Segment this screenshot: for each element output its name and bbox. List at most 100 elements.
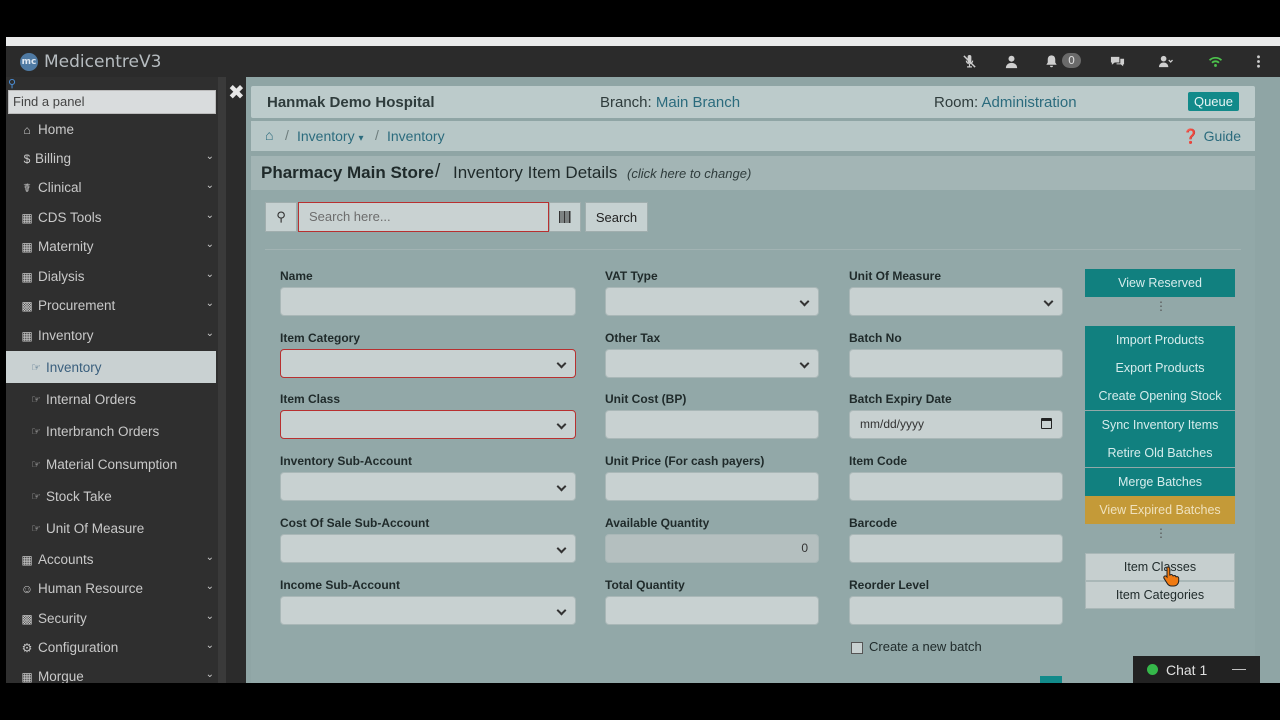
panel-search-input[interactable]: Find a panel	[8, 90, 216, 114]
sidebar-subitem-unit-of-measure[interactable]: ☞ Unit Of Measure	[6, 512, 226, 544]
close-sidebar-icon[interactable]: ✖	[228, 80, 245, 104]
search-button[interactable]: Search	[585, 202, 648, 232]
mouse-pointer-icon	[1163, 566, 1180, 587]
batch-expiry-date-field[interactable]: mm/dd/yyyy	[849, 410, 1063, 439]
stethoscope-icon: ☤	[22, 180, 32, 195]
item-classes-button[interactable]: Item Classes	[1085, 553, 1235, 581]
unit-cost-field[interactable]	[605, 410, 819, 439]
sidebar-item-accounts[interactable]: ▦ Accounts ⌄	[6, 545, 226, 574]
sidebar-scrollbar[interactable]	[218, 77, 226, 683]
ellipsis-icon: ⋮	[1155, 299, 1167, 313]
batch-no-field[interactable]	[849, 349, 1063, 378]
breadcrumb-inventory[interactable]: Inventory	[387, 128, 445, 144]
book-icon: ▦	[21, 552, 33, 567]
merge-batches-button[interactable]: Merge Batches	[1085, 468, 1235, 496]
view-expired-batches-button[interactable]: View Expired Batches	[1085, 496, 1235, 524]
unit-of-measure-select[interactable]	[849, 287, 1063, 316]
hand-point-icon: ☞	[31, 393, 41, 406]
queue-button[interactable]: Queue	[1187, 92, 1239, 111]
room-value[interactable]: Administration	[982, 94, 1077, 111]
breadcrumb-inventory-dropdown[interactable]: Inventory ▾	[297, 128, 364, 144]
create-batch-checkbox[interactable]	[851, 642, 863, 654]
more-vertical-icon[interactable]	[1247, 51, 1269, 71]
unit-price-field[interactable]	[605, 472, 819, 501]
user-menu-icon[interactable]	[1150, 51, 1180, 71]
search-icon: ⚲	[8, 77, 17, 90]
inventory-sub-account-select[interactable]	[280, 472, 576, 501]
item-category-label: Item Category	[280, 331, 361, 345]
bell-icon[interactable]	[1040, 51, 1062, 71]
sidebar-item-procurement[interactable]: ▩ Procurement ⌄	[6, 291, 226, 320]
view-reserved-button[interactable]: View Reserved	[1085, 269, 1235, 297]
item-search-input[interactable]: Search here...	[298, 202, 549, 232]
other-tax-select[interactable]	[605, 349, 819, 378]
sidebar-subitem-material-consumption[interactable]: ☞ Material Consumption	[6, 448, 226, 480]
scroll-top-button[interactable]	[1040, 676, 1062, 683]
store-name[interactable]: Pharmacy Main Store	[261, 163, 434, 183]
guide-link[interactable]: ❓ Guide	[1182, 128, 1241, 145]
change-hint[interactable]: (click here to change)	[627, 166, 751, 181]
chevron-down-icon: ⌄	[205, 298, 214, 309]
cost-of-sale-sub-account-select[interactable]	[280, 534, 576, 563]
sidebar-item-inventory[interactable]: ▦ Inventory ⌄	[6, 321, 226, 350]
sidebar-item-label: Human Resource	[38, 581, 144, 596]
wifi-icon	[1204, 51, 1226, 71]
barcode-field[interactable]	[849, 534, 1063, 563]
book-icon: ▦	[21, 239, 33, 254]
calendar-icon[interactable]	[1041, 418, 1052, 429]
comments-icon[interactable]	[1106, 51, 1128, 71]
dollar-icon: $	[23, 151, 31, 166]
mute-icon[interactable]	[958, 51, 980, 71]
minimize-icon[interactable]: —	[1232, 660, 1246, 676]
sidebar-subitem-inventory[interactable]: ☞ Inventory	[6, 351, 216, 383]
room-info: Room: Administration	[934, 94, 1077, 111]
users-icon: ☺	[20, 581, 34, 596]
branch-info: Branch: Main Branch	[600, 94, 740, 111]
sidebar-item-home[interactable]: ⌂ Home	[6, 115, 226, 144]
barcode-icon[interactable]	[549, 202, 581, 232]
item-category-select[interactable]	[280, 349, 576, 378]
name-field[interactable]	[280, 287, 576, 316]
sidebar-subitem-interbranch-orders[interactable]: ☞ Interbranch Orders	[6, 415, 226, 447]
chat-widget[interactable]: Chat 1 —	[1133, 656, 1260, 683]
sidebar-item-clinical[interactable]: ☤ Clinical ⌄	[6, 173, 226, 202]
total-quantity-field[interactable]	[605, 596, 819, 625]
available-quantity-label: Available Quantity	[605, 516, 710, 530]
item-class-select[interactable]	[280, 410, 576, 439]
sidebar-subitem-stock-take[interactable]: ☞ Stock Take	[6, 480, 226, 512]
user-secret-icon[interactable]	[1000, 51, 1022, 71]
sidebar-item-human-resource[interactable]: ☺ Human Resource ⌄	[6, 574, 226, 603]
chevron-down-icon: ⌄	[205, 581, 214, 592]
sidebar-item-label: Configuration	[38, 640, 119, 655]
vat-type-select[interactable]	[605, 287, 819, 316]
income-sub-account-select[interactable]	[280, 596, 576, 625]
sidebar-item-label: Security	[38, 611, 87, 626]
room-label: Room:	[934, 94, 982, 111]
sidebar-item-security[interactable]: ▩ Security ⌄	[6, 604, 226, 633]
brand[interactable]: mc MedicentreV3	[20, 50, 161, 74]
sidebar-item-maternity[interactable]: ▦ Maternity ⌄	[6, 232, 226, 261]
import-products-button[interactable]: Import Products	[1085, 326, 1235, 354]
retire-old-batches-button[interactable]: Retire Old Batches	[1085, 439, 1235, 467]
sidebar-item-dialysis[interactable]: ▦ Dialysis ⌄	[6, 262, 226, 291]
item-code-field[interactable]	[849, 472, 1063, 501]
sidebar-item-cds-tools[interactable]: ▦ CDS Tools ⌄	[6, 203, 226, 232]
sidebar-item-configuration[interactable]: ⚙ Configuration ⌄	[6, 633, 226, 662]
reorder-level-field[interactable]	[849, 596, 1063, 625]
branch-value[interactable]: Main Branch	[656, 94, 740, 111]
caret-down-icon: ▾	[358, 133, 364, 144]
book-icon: ▦	[21, 328, 33, 343]
sidebar-item-billing[interactable]: $ Billing ⌄	[6, 144, 226, 173]
item-class-label: Item Class	[280, 392, 341, 406]
create-opening-stock-button[interactable]: Create Opening Stock	[1085, 382, 1235, 410]
hand-point-icon: ☞	[31, 490, 41, 503]
unit-price-label: Unit Price (For cash payers)	[605, 454, 765, 468]
item-categories-button[interactable]: Item Categories	[1085, 581, 1235, 609]
sidebar-subitem-internal-orders[interactable]: ☞ Internal Orders	[6, 383, 226, 415]
export-products-button[interactable]: Export Products	[1085, 354, 1235, 382]
home-icon[interactable]: ⌂	[265, 127, 273, 143]
available-quantity-value: 0	[801, 541, 808, 555]
sync-inventory-items-button[interactable]: Sync Inventory Items	[1085, 411, 1235, 439]
sidebar-item-label: Accounts	[38, 552, 94, 567]
sidebar-item-morgue[interactable]: ▦ Morgue ⌄	[6, 662, 226, 683]
